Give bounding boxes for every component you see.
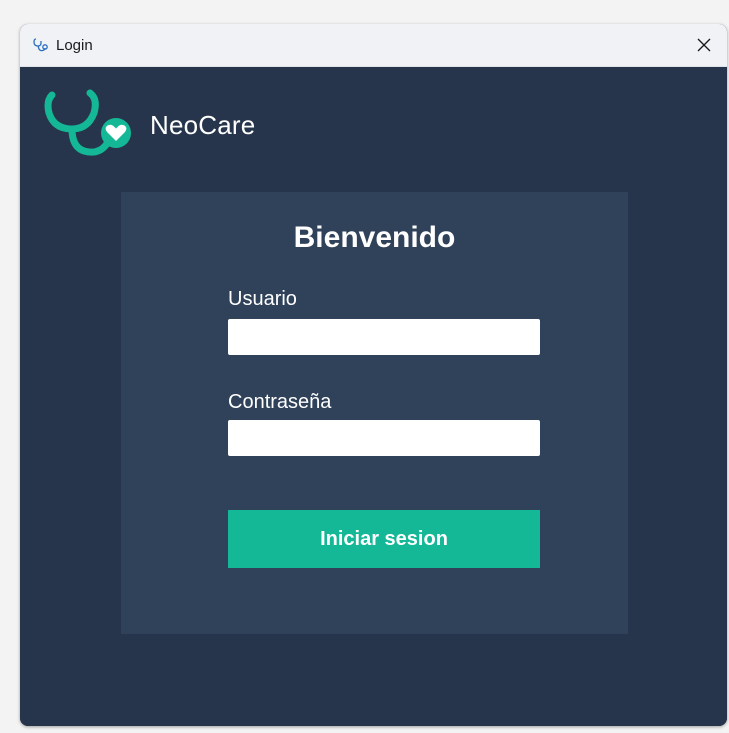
- window-titlebar[interactable]: Login: [20, 24, 727, 67]
- username-label: Usuario: [228, 288, 297, 310]
- window-title: Login: [56, 36, 93, 54]
- login-window: Login NeoCare Bienvenido Usuario Contras…: [20, 24, 727, 726]
- brand-name: NeoCare: [150, 110, 256, 140]
- login-content: NeoCare Bienvenido Usuario Contraseña In…: [20, 67, 727, 726]
- stethoscope-icon: [32, 36, 50, 54]
- close-button[interactable]: [681, 24, 727, 67]
- stethoscope-heart-icon: [44, 87, 148, 164]
- password-input[interactable]: [228, 420, 540, 456]
- username-input[interactable]: [228, 319, 540, 355]
- login-button[interactable]: Iniciar sesion: [228, 510, 540, 568]
- brand: NeoCare: [44, 87, 255, 164]
- welcome-heading: Bienvenido: [293, 221, 456, 254]
- close-icon: [697, 38, 711, 52]
- login-panel: Bienvenido Usuario Contraseña Iniciar se…: [121, 192, 628, 634]
- password-label: Contraseña: [228, 391, 332, 413]
